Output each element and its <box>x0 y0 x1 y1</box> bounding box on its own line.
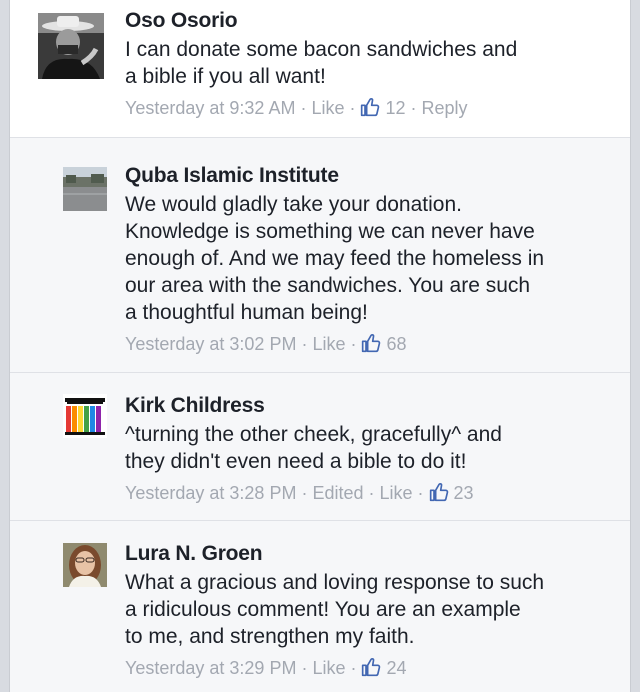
comment-text: What a gracious and loving response to s… <box>125 571 545 648</box>
thumbs-up-icon <box>429 483 448 502</box>
avatar-oso-osorio <box>38 13 104 79</box>
like-count[interactable]: 12 <box>360 98 406 118</box>
like-button[interactable]: Like <box>380 483 413 503</box>
separator: · <box>301 658 308 678</box>
separator: · <box>300 98 307 118</box>
avatar-lura-n-groen <box>63 543 107 587</box>
avatar[interactable] <box>63 167 107 211</box>
like-count[interactable]: 23 <box>429 483 474 503</box>
comment-body: Kirk Childress ^turning the other cheek,… <box>125 393 612 505</box>
thumbs-up-icon <box>362 334 381 353</box>
separator: · <box>417 483 424 503</box>
thumbs-up-icon <box>362 658 381 677</box>
commenter-name[interactable]: Lura N. Groen <box>125 541 612 567</box>
separator: · <box>410 98 417 118</box>
comment-timestamp[interactable]: Yesterday at 3:28 PM <box>125 483 296 503</box>
comment-meta: Yesterday at 3:02 PM · Like · 68 <box>125 332 612 356</box>
separator: · <box>301 334 308 354</box>
comment-item: Kirk Childress ^turning the other cheek,… <box>10 373 630 521</box>
comment-thread: Oso Osorio I can donate some bacon sandw… <box>9 0 631 692</box>
separator: · <box>349 98 356 118</box>
comment-meta: Yesterday at 9:32 AM · Like · 12 · Reply <box>125 96 612 120</box>
reply-button[interactable]: Reply <box>422 98 468 118</box>
separator: · <box>368 483 375 503</box>
comment-meta: Yesterday at 3:29 PM · Like · 24 <box>125 656 612 680</box>
comment-item: Lura N. Groen What a gracious and loving… <box>10 521 630 692</box>
comment-text: I can donate some bacon sandwiches and a… <box>125 38 518 88</box>
avatar[interactable] <box>63 394 107 438</box>
separator: · <box>350 658 357 678</box>
like-count[interactable]: 24 <box>361 658 407 678</box>
comment-timestamp[interactable]: Yesterday at 3:02 PM <box>125 334 296 354</box>
avatar-kirk-childress <box>63 394 107 438</box>
commenter-name[interactable]: Kirk Childress <box>125 393 612 419</box>
comment-timestamp[interactable]: Yesterday at 9:32 AM <box>125 98 295 118</box>
comment-body: Lura N. Groen What a gracious and loving… <box>125 541 612 680</box>
comment-timestamp[interactable]: Yesterday at 3:29 PM <box>125 658 296 678</box>
commenter-name[interactable]: Oso Osorio <box>125 8 612 34</box>
thumbs-up-icon <box>361 98 380 117</box>
comment-text: We would gladly take your donation. Know… <box>125 193 545 324</box>
comment-body: Quba Islamic Institute We would gladly t… <box>125 163 612 356</box>
comment-meta: Yesterday at 3:28 PM · Edited · Like · 23 <box>125 481 612 505</box>
avatar-quba-islamic-institute <box>63 167 107 211</box>
like-count[interactable]: 68 <box>361 334 407 354</box>
separator: · <box>350 334 357 354</box>
avatar[interactable] <box>38 13 104 79</box>
comment-body: Oso Osorio I can donate some bacon sandw… <box>125 8 612 120</box>
comment-item: Oso Osorio I can donate some bacon sandw… <box>10 0 630 138</box>
comment-item: Quba Islamic Institute We would gladly t… <box>10 138 630 373</box>
separator: · <box>301 483 308 503</box>
edited-label[interactable]: Edited <box>312 483 363 503</box>
avatar[interactable] <box>63 543 107 587</box>
like-button[interactable]: Like <box>312 658 345 678</box>
like-button[interactable]: Like <box>311 98 344 118</box>
comment-text: ^turning the other cheek, gracefully^ an… <box>125 423 502 473</box>
like-button[interactable]: Like <box>312 334 345 354</box>
commenter-name[interactable]: Quba Islamic Institute <box>125 163 612 189</box>
